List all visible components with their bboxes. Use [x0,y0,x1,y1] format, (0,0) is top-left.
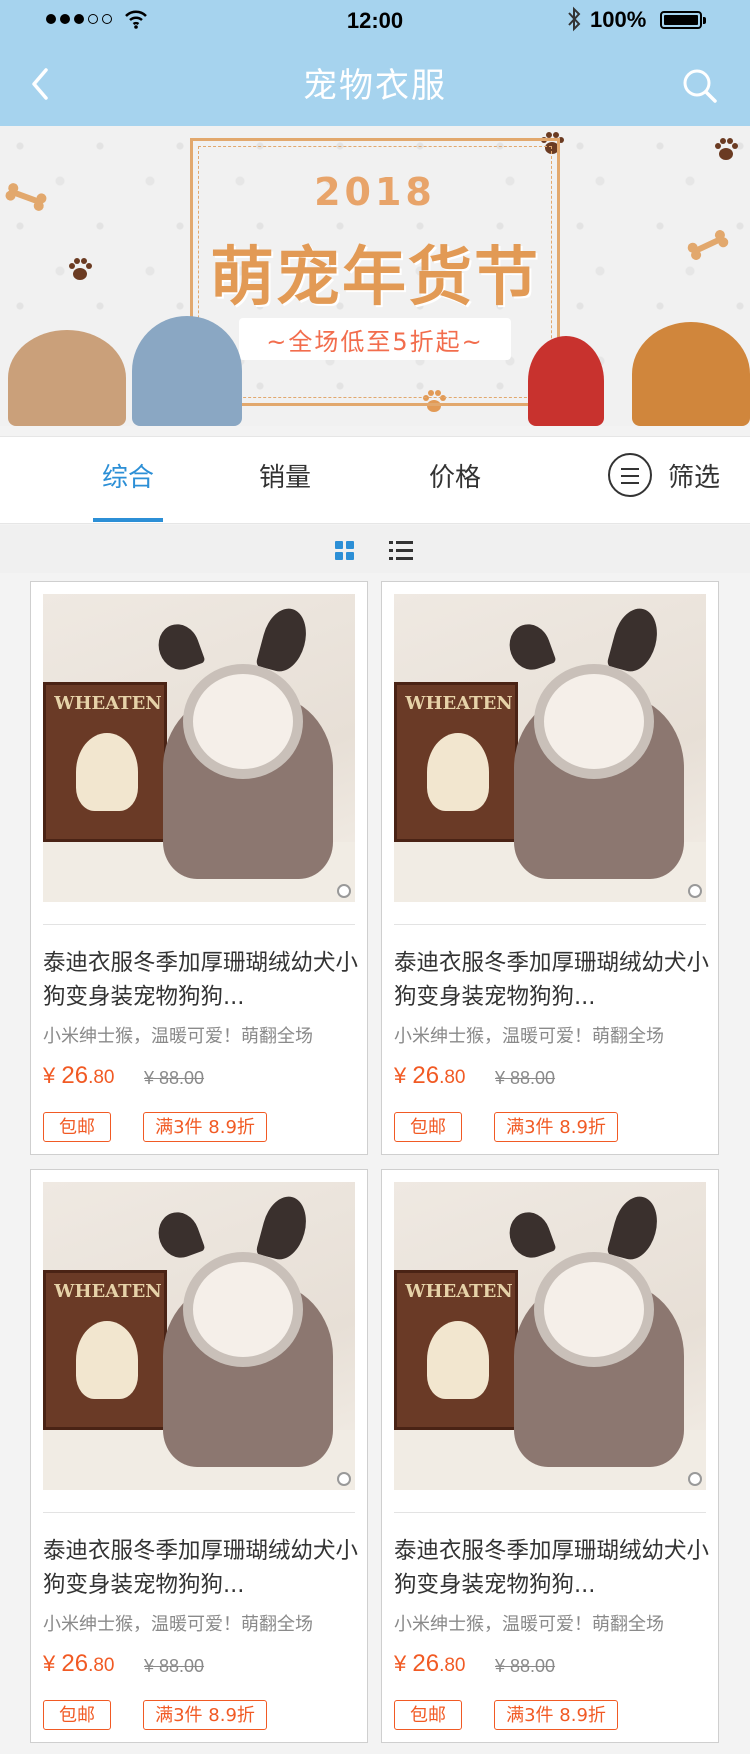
product-title: 泰迪衣服冬季加厚珊瑚绒幼犬小狗变身装宠物狗狗... [394,1538,710,1598]
tab-comprehensive[interactable]: 综合 [93,457,163,494]
grid-view-icon[interactable] [335,541,355,561]
pet-clothes-page: 12:00 100% 宠物衣服 2018 萌宠年货节 ~全场低至5折起~ 综合 … [0,0,750,1754]
bluetooth-icon [568,6,581,32]
product-image: WHEATEN [43,1182,355,1490]
banner-subtitle-box: ~全场低至5折起~ [239,318,511,360]
tag-free-shipping: 包邮 [394,1112,462,1142]
product-card[interactable]: WHEATEN 泰迪衣服冬季加厚珊瑚绒幼犬小狗变身装宠物狗狗... 小米绅士猴，… [30,1169,368,1743]
tag-discount: 满3件 8.9折 [494,1112,618,1142]
tab-filter[interactable]: 筛选 [664,457,724,494]
product-card[interactable]: WHEATEN 泰迪衣服冬季加厚珊瑚绒幼犬小狗变身装宠物狗狗... 小米绅士猴，… [30,581,368,1155]
battery-icon [660,11,706,29]
sort-tabs: 综合 销量 价格 筛选 [0,436,750,524]
banner-subtitle: ~全场低至5折起~ [266,327,484,356]
product-desc: 小米绅士猴，温暖可爱！萌翻全场 [43,1614,313,1635]
product-image: WHEATEN [394,1182,706,1490]
battery-percent: 100% [590,7,647,32]
product-desc: 小米绅士猴，温暖可爱！萌翻全场 [43,1026,313,1047]
tag-discount: 满3件 8.9折 [143,1700,267,1730]
product-desc: 小米绅士猴，温暖可爱！萌翻全场 [394,1614,664,1635]
promo-banner[interactable]: 2018 萌宠年货节 ~全场低至5折起~ [0,126,750,426]
cat-hat-illustration [632,322,750,426]
product-price: ¥ 26.80 [394,1650,466,1677]
card-divider [43,1512,355,1513]
dog-illustration [8,330,126,426]
product-price: ¥ 26.80 [43,1062,115,1089]
card-divider [394,1512,706,1513]
header: 12:00 100% 宠物衣服 [0,0,750,126]
view-mode-bar [0,525,750,573]
navbar: 宠物衣服 [0,40,750,126]
zoom-icon [337,884,351,898]
product-price: ¥ 26.80 [43,1650,115,1677]
tag-free-shipping: 包邮 [43,1700,111,1730]
status-bar: 12:00 100% [0,0,750,40]
product-card[interactable]: WHEATEN 泰迪衣服冬季加厚珊瑚绒幼犬小狗变身装宠物狗狗... 小米绅士猴，… [381,1169,719,1743]
cat-towel-illustration [132,316,242,426]
tab-price[interactable]: 价格 [420,457,490,494]
product-title: 泰迪衣服冬季加厚珊瑚绒幼犬小狗变身装宠物狗狗... [43,950,359,1010]
page-title: 宠物衣服 [303,66,447,106]
zoom-icon [337,1472,351,1486]
tab-sales[interactable]: 销量 [250,457,320,494]
zoom-icon [688,1472,702,1486]
tag-discount: 满3件 8.9折 [494,1700,618,1730]
card-divider [394,924,706,925]
tag-discount: 满3件 8.9折 [143,1112,267,1142]
dog-hood-illustration [528,336,604,426]
filter-icon[interactable] [608,453,652,497]
list-view-icon[interactable] [389,540,413,560]
product-card[interactable]: WHEATEN 泰迪衣服冬季加厚珊瑚绒幼犬小狗变身装宠物狗狗... 小米绅士猴，… [381,581,719,1155]
tag-free-shipping: 包邮 [394,1700,462,1730]
card-divider [43,924,355,925]
product-original-price: ¥ 88.00 [144,1656,205,1676]
active-tab-indicator [93,518,163,522]
product-original-price: ¥ 88.00 [495,1656,556,1676]
product-title: 泰迪衣服冬季加厚珊瑚绒幼犬小狗变身装宠物狗狗... [43,1538,359,1598]
product-price: ¥ 26.80 [394,1062,466,1089]
product-image: WHEATEN [394,594,706,902]
banner-title: 萌宠年货节 [210,241,540,315]
search-icon[interactable] [680,66,720,106]
tag-free-shipping: 包邮 [43,1112,111,1142]
zoom-icon [688,884,702,898]
product-title: 泰迪衣服冬季加厚珊瑚绒幼犬小狗变身装宠物狗狗... [394,950,710,1010]
product-desc: 小米绅士猴，温暖可爱！萌翻全场 [394,1026,664,1047]
paw-icon [715,138,738,160]
banner-year: 2018 [314,170,436,214]
product-original-price: ¥ 88.00 [495,1068,556,1088]
product-original-price: ¥ 88.00 [144,1068,205,1088]
product-image: WHEATEN [43,594,355,902]
